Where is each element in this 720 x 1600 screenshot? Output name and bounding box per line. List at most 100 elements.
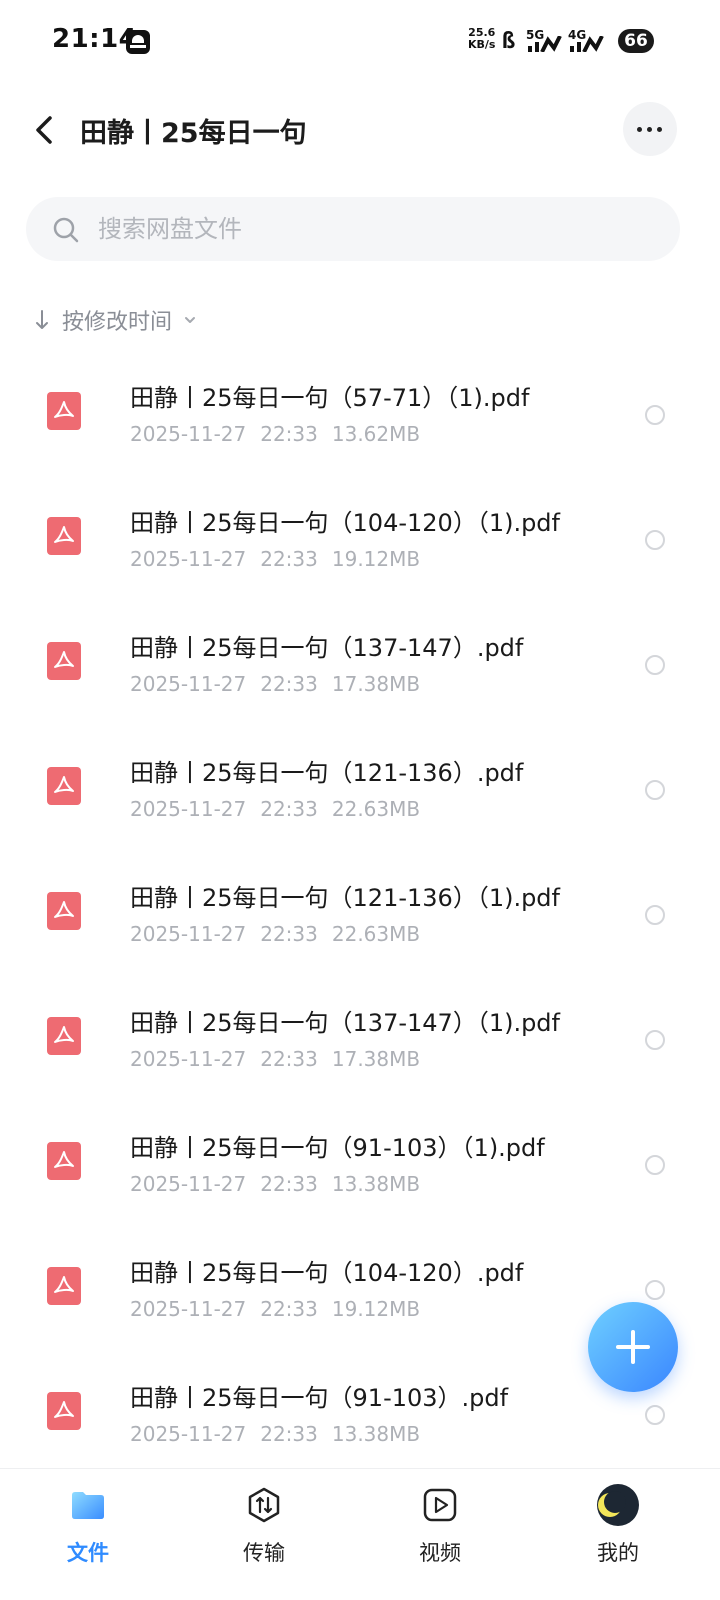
app-screen: 21:14 25.6 KB/s ß 5G 4G 66 田静丨25每日一句 搜索网… <box>0 0 720 1600</box>
file-size: 13.62MB <box>331 422 421 446</box>
file-size: 17.38MB <box>331 672 421 696</box>
file-meta: 2025-11-27 22:33 22.63MB <box>130 922 434 946</box>
page-title: 田静丨25每日一句 <box>80 118 307 149</box>
signal-bars-icon <box>570 36 604 52</box>
chevron-left-icon <box>36 116 52 144</box>
nav-label: 传输 <box>243 1541 285 1565</box>
file-time: 22:33 <box>260 1297 318 1321</box>
battery-icon: 66 <box>618 29 654 53</box>
file-row[interactable]: 田静丨25每日一句（121-136）.pdf 2025-11-27 22:33 22… <box>0 727 720 852</box>
file-name: 田静丨25每日一句（104-120）（1).pdf <box>130 509 560 537</box>
pdf-file-icon <box>47 767 81 805</box>
file-meta: 2025-11-27 22:33 19.12MB <box>130 547 434 571</box>
file-meta: 2025-11-27 22:33 19.12MB <box>130 1297 434 1321</box>
pdf-file-icon <box>47 1267 81 1305</box>
arrow-down-icon <box>36 310 48 329</box>
file-name: 田静丨25每日一句（104-120）.pdf <box>130 1259 524 1287</box>
file-name: 田静丨25每日一句（91-103）（1).pdf <box>130 1134 545 1162</box>
file-name: 田静丨25每日一句（137-147）.pdf <box>130 634 524 662</box>
search-input[interactable] <box>98 197 658 261</box>
pdf-file-icon <box>47 392 81 430</box>
sort-label: 按修改时间 <box>62 310 173 335</box>
file-size: 19.12MB <box>331 547 421 571</box>
file-size: 13.38MB <box>331 1172 421 1196</box>
file-row[interactable]: 田静丨25每日一句（137-147）.pdf 2025-11-27 22:33 17… <box>0 602 720 727</box>
file-date: 2025-11-27 <box>130 1172 247 1196</box>
chevron-down-icon <box>185 317 196 323</box>
file-row[interactable]: 田静丨25每日一句（121-136）（1).pdf 2025-11-27 22:3… <box>0 852 720 977</box>
file-name: 田静丨25每日一句（121-136）（1).pdf <box>130 884 560 912</box>
more-dots-icon <box>657 127 662 132</box>
select-radio[interactable] <box>645 1030 665 1050</box>
nav-item-transfer[interactable]: 传输 <box>214 1487 314 1587</box>
select-radio[interactable] <box>645 1155 665 1175</box>
pdf-file-icon <box>47 1142 81 1180</box>
file-time: 22:33 <box>260 797 318 821</box>
video-play-icon <box>423 1488 457 1522</box>
notification-app-icon <box>126 30 150 54</box>
file-meta: 2025-11-27 22:33 13.38MB <box>130 1422 434 1446</box>
file-date: 2025-11-27 <box>130 922 247 946</box>
file-time: 22:33 <box>260 1047 318 1071</box>
file-row[interactable]: 田静丨25每日一句（104-120）（1).pdf 2025-11-27 22:3… <box>0 477 720 602</box>
pdf-file-icon <box>47 1392 81 1430</box>
pdf-file-icon <box>47 1017 81 1055</box>
file-time: 22:33 <box>260 1172 318 1196</box>
file-date: 2025-11-27 <box>130 547 247 571</box>
more-dots-icon <box>647 127 652 132</box>
select-radio[interactable] <box>645 655 665 675</box>
nav-item-me[interactable]: 我的 <box>568 1484 668 1587</box>
avatar-moon-icon <box>597 1484 639 1526</box>
file-time: 22:33 <box>260 547 318 571</box>
file-meta: 2025-11-27 22:33 13.62MB <box>130 422 434 446</box>
pdf-file-icon <box>47 642 81 680</box>
file-size: 17.38MB <box>331 1047 421 1071</box>
status-time: 21:14 <box>52 24 138 54</box>
search-bar[interactable] <box>26 197 680 261</box>
pdf-file-icon <box>47 892 81 930</box>
file-meta: 2025-11-27 22:33 13.38MB <box>130 1172 434 1196</box>
file-date: 2025-11-27 <box>130 1047 247 1071</box>
file-date: 2025-11-27 <box>130 672 247 696</box>
select-radio[interactable] <box>645 530 665 550</box>
file-size: 22.63MB <box>331 797 421 821</box>
file-time: 22:33 <box>260 922 318 946</box>
file-time: 22:33 <box>260 1422 318 1446</box>
file-name: 田静丨25每日一句（121-136）.pdf <box>130 759 524 787</box>
nav-item-video[interactable]: 视频 <box>390 1487 490 1587</box>
select-radio[interactable] <box>645 405 665 425</box>
file-time: 22:33 <box>260 672 318 696</box>
file-date: 2025-11-27 <box>130 797 247 821</box>
nav-label: 我的 <box>597 1541 639 1565</box>
pdf-file-icon <box>47 517 81 555</box>
file-row[interactable]: 田静丨25每日一句（137-147）（1).pdf 2025-11-27 22:3… <box>0 977 720 1102</box>
transfer-icon <box>248 1487 280 1523</box>
title-bar: 田静丨25每日一句 <box>0 95 720 165</box>
file-time: 22:33 <box>260 422 318 446</box>
file-meta: 2025-11-27 22:33 17.38MB <box>130 672 434 696</box>
select-radio[interactable] <box>645 1405 665 1425</box>
file-row[interactable]: 田静丨25每日一句（91-103）（1).pdf 2025-11-27 22:33… <box>0 1102 720 1227</box>
file-meta: 2025-11-27 22:33 22.63MB <box>130 797 434 821</box>
file-size: 22.63MB <box>331 922 421 946</box>
nav-item-files[interactable]: 文件 <box>38 1487 138 1587</box>
sort-selector[interactable]: 按修改时间 <box>34 300 198 340</box>
select-radio[interactable] <box>645 1280 665 1300</box>
more-options-button[interactable] <box>623 102 677 156</box>
network-speed: 25.6 KB/s <box>468 27 495 51</box>
status-bar: 21:14 25.6 KB/s ß 5G 4G 66 <box>0 0 720 82</box>
file-name: 田静丨25每日一句（137-147）（1).pdf <box>130 1009 560 1037</box>
signal-bars-icon <box>528 36 562 52</box>
select-radio[interactable] <box>645 780 665 800</box>
more-dots-icon <box>637 127 642 132</box>
file-name: 田静丨25每日一句（91-103）.pdf <box>130 1384 509 1412</box>
file-size: 13.38MB <box>331 1422 421 1446</box>
select-radio[interactable] <box>645 905 665 925</box>
back-button[interactable] <box>26 108 66 152</box>
search-icon <box>53 217 79 243</box>
network-speed-unit: KB/s <box>468 38 496 51</box>
file-meta: 2025-11-27 22:33 17.38MB <box>130 1047 434 1071</box>
file-row[interactable]: 田静丨25每日一句（57-71）（1).pdf 2025-11-27 22:33 1… <box>0 352 720 477</box>
add-fab-button[interactable] <box>588 1302 678 1392</box>
nav-label: 视频 <box>419 1541 461 1565</box>
